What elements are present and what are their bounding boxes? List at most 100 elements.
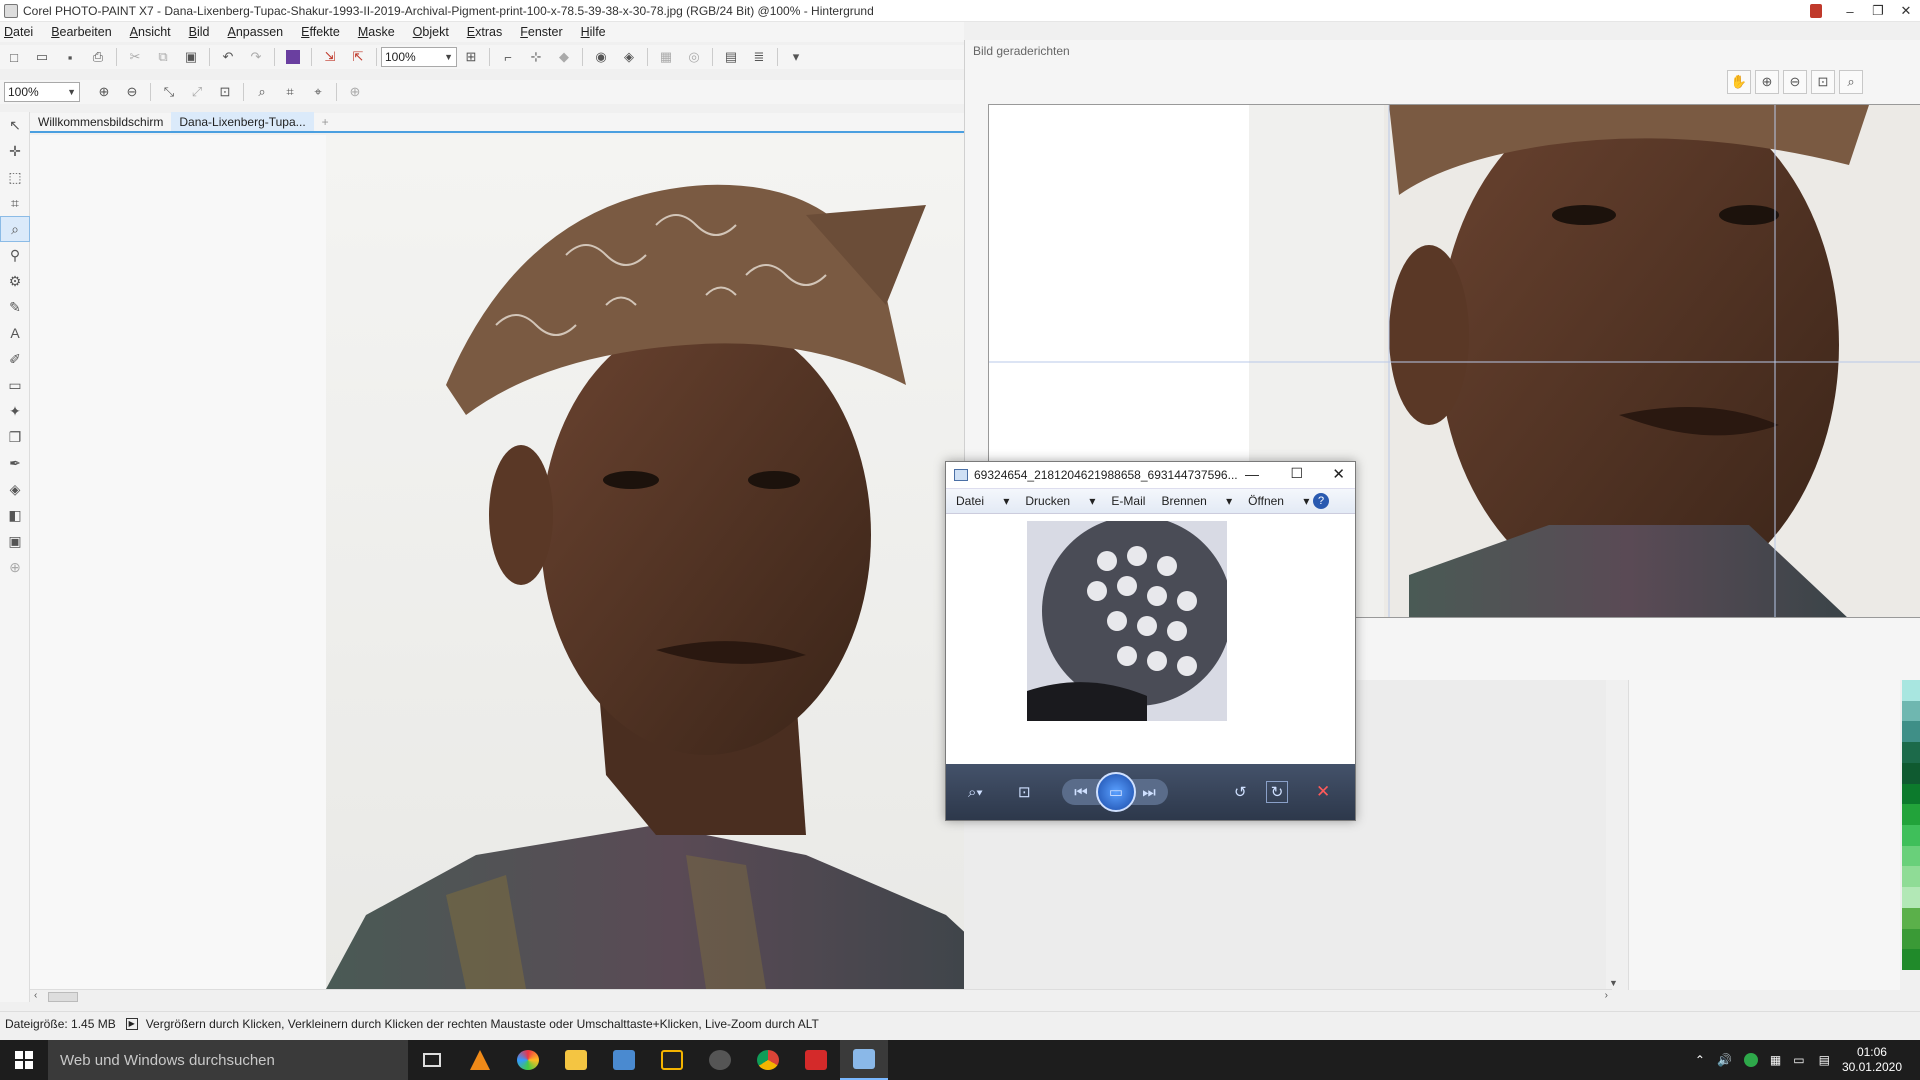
viewer-menu-email[interactable]: E-Mail	[1111, 494, 1145, 508]
viewer-menu-brennen[interactable]: Brennen ▾	[1161, 494, 1232, 508]
scroll-left-icon[interactable]: ‹	[34, 990, 37, 1001]
paint-tool-icon[interactable]: ✐	[0, 346, 30, 372]
color-palette[interactable]	[1902, 680, 1920, 971]
import-icon[interactable]: ⇲	[321, 48, 339, 66]
vlc-icon[interactable]	[456, 1040, 504, 1080]
swap-colors-icon[interactable]: ▣	[0, 528, 30, 554]
rectangle-mask-tool-icon[interactable]: ⬚	[0, 164, 30, 190]
zoom-width-icon[interactable]: ⌖	[309, 83, 327, 101]
picasa-icon[interactable]	[504, 1040, 552, 1080]
application-launcher-icon[interactable]: ▤	[722, 48, 740, 66]
menu-effekte[interactable]: Effekte	[301, 25, 340, 39]
crop-tool-icon[interactable]: ⌗	[0, 190, 30, 216]
vertical-scrollbar[interactable]: ▼	[1606, 680, 1622, 990]
snap-icon[interactable]: ◆	[555, 48, 573, 66]
scroll-thumb[interactable]	[48, 992, 78, 1002]
zoom-out-icon[interactable]: ⊖	[1783, 70, 1807, 94]
photo-viewer-task-icon[interactable]	[840, 1040, 888, 1080]
guidelines-icon[interactable]: ⊹	[527, 48, 545, 66]
clone-tool-icon[interactable]: ⚙	[0, 268, 30, 294]
file-explorer-icon[interactable]	[552, 1040, 600, 1080]
show-object-marquee-icon[interactable]: ◉	[592, 48, 610, 66]
rulers-icon[interactable]: ⌐	[499, 48, 517, 66]
help-icon[interactable]: ?	[1313, 493, 1329, 509]
corel-connect-icon[interactable]	[284, 48, 302, 66]
restore-button[interactable]: ❐	[1864, 0, 1892, 22]
zoom-level-select[interactable]: 100% ▼	[381, 47, 457, 67]
viewer-close-icon[interactable]: ✕	[1332, 465, 1345, 483]
show-mask-marquee-icon[interactable]: ◈	[620, 48, 638, 66]
red-eye-tool-icon[interactable]: ⚲	[0, 242, 30, 268]
new-file-icon[interactable]: □	[5, 48, 23, 66]
menu-ansicht[interactable]: Ansicht	[130, 25, 171, 39]
zoom-percent-select[interactable]: 100% ▼	[4, 82, 80, 102]
chrome-icon[interactable]	[744, 1040, 792, 1080]
brush-tool-icon[interactable]: ✎	[0, 294, 30, 320]
zoom-tool-icon[interactable]: ⌕	[0, 216, 30, 242]
zoom-in-icon[interactable]: ⊕	[1755, 70, 1779, 94]
tray-chevron-icon[interactable]: ⌃	[1695, 1053, 1705, 1067]
windows-start-icon[interactable]	[0, 1040, 48, 1080]
network-icon[interactable]: ▦	[1770, 1053, 1781, 1067]
close-button[interactable]: ✕	[1892, 0, 1920, 22]
customize-toolbar-icon[interactable]: ▾	[787, 48, 805, 66]
taskbar-search-input[interactable]: Web und Windows durchsuchen	[48, 1040, 408, 1080]
text-tool-icon[interactable]: A	[0, 320, 30, 346]
undo-icon[interactable]: ↶	[219, 48, 237, 66]
fit-icon[interactable]: ⊡	[1811, 70, 1835, 94]
zoom-objects-icon[interactable]: ⤢	[188, 83, 206, 101]
tab-dana-lixenberg[interactable]: Dana-Lixenberg-Tupa...	[171, 112, 314, 131]
zoom-100-icon[interactable]: ⌕	[1839, 70, 1863, 94]
zoom-100-icon[interactable]: ⌕	[253, 83, 271, 101]
fit-window-icon[interactable]: ⊞	[462, 48, 480, 66]
options-icon[interactable]: ≣	[750, 48, 768, 66]
minimize-button[interactable]: –	[1836, 0, 1864, 22]
battery-icon[interactable]: ▭	[1793, 1053, 1804, 1067]
scroll-right-icon[interactable]: ›	[1605, 990, 1608, 1001]
clock[interactable]: 01:06 30.01.2020	[1842, 1045, 1902, 1075]
delete-icon[interactable]: ✕	[1316, 782, 1330, 802]
image-viewer-icon[interactable]	[600, 1040, 648, 1080]
menu-maske[interactable]: Maske	[358, 25, 395, 39]
volume-icon[interactable]: 🔊	[1717, 1053, 1732, 1067]
mask-overlay-icon[interactable]: ▦	[657, 48, 675, 66]
viewer-minimize-icon[interactable]: —	[1245, 466, 1259, 482]
menu-extras[interactable]: Extras	[467, 25, 502, 39]
tab-welcome[interactable]: Willkommensbildschirm	[30, 112, 171, 131]
save-icon[interactable]: ▪	[61, 48, 79, 66]
add-tool-icon[interactable]: ⊕	[0, 554, 30, 580]
viewer-menu-oeffnen[interactable]: Öffnen ▾	[1248, 494, 1309, 508]
add-icon[interactable]: ⊕	[346, 83, 364, 101]
color-swatches-icon[interactable]: ◧	[0, 502, 30, 528]
paste-icon[interactable]: ▣	[182, 48, 200, 66]
zoom-page-icon[interactable]: ⌗	[281, 83, 299, 101]
corel-icon[interactable]	[792, 1040, 840, 1080]
zoom-out-icon[interactable]: ⊖	[123, 83, 141, 101]
zoom-selected-icon[interactable]: ⤡	[160, 83, 178, 101]
canvas[interactable]	[30, 135, 964, 989]
zoom-in-icon[interactable]: ⊕	[95, 83, 113, 101]
menu-anpassen[interactable]: Anpassen	[228, 25, 284, 39]
add-tab-button[interactable]: +	[314, 112, 337, 131]
pick-tool-icon[interactable]: ↖	[0, 112, 30, 138]
scroll-down-icon[interactable]: ▼	[1609, 978, 1618, 988]
slideshow-icon[interactable]: ▭	[1096, 772, 1136, 812]
horizontal-scrollbar[interactable]: ‹ ›	[30, 989, 1612, 1003]
previous-icon[interactable]: ⏮	[1062, 779, 1100, 805]
print-icon[interactable]: ⎙	[89, 48, 107, 66]
rotate-right-icon[interactable]: ↻	[1266, 781, 1288, 803]
play-icon[interactable]: ▶	[125, 1018, 138, 1030]
fish-app-icon[interactable]	[696, 1040, 744, 1080]
drop-shadow-tool-icon[interactable]: ❐	[0, 424, 30, 450]
menu-hilfe[interactable]: Hilfe	[581, 25, 606, 39]
copy-icon[interactable]: ⧉	[154, 48, 172, 66]
actual-size-icon[interactable]: ⊡	[1018, 783, 1031, 801]
viewer-menu-datei[interactable]: Datei ▾	[956, 494, 1009, 508]
export-icon[interactable]: ⇱	[349, 48, 367, 66]
eyedropper-tool-icon[interactable]: ✒	[0, 450, 30, 476]
user-icon[interactable]	[1796, 0, 1836, 22]
menu-bearbeiten[interactable]: Bearbeiten	[51, 25, 111, 39]
cut-icon[interactable]: ✂	[126, 48, 144, 66]
notification-icon[interactable]: ▤	[1819, 1053, 1830, 1067]
redo-icon[interactable]: ↷	[247, 48, 265, 66]
